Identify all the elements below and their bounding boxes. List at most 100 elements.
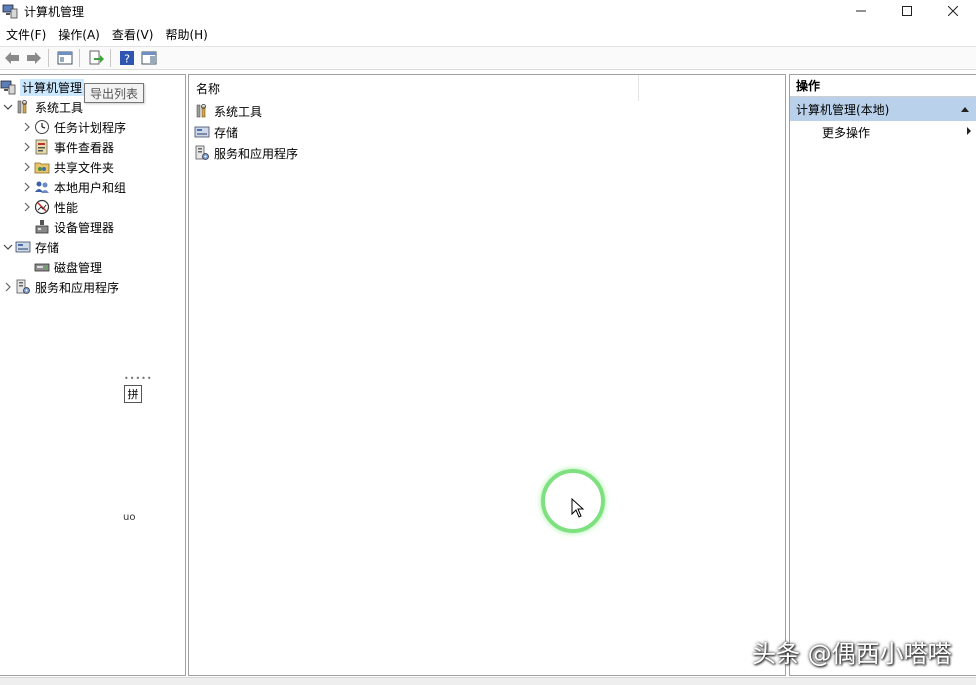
disk-icon — [34, 259, 50, 275]
actions-pane: 操作 计算机管理(本地) 更多操作 — [789, 74, 976, 676]
toolbar-separator — [79, 49, 80, 67]
tree-label: 服务和应用程序 — [35, 280, 120, 295]
toolbar: ? — [0, 46, 976, 70]
window-title: 计算机管理 — [24, 4, 85, 19]
menu-action[interactable]: 操作(A) — [52, 26, 106, 43]
computer-management-icon — [0, 79, 16, 95]
tree-item-shared-folders[interactable]: 共享文件夹 — [20, 157, 114, 177]
clock-icon — [34, 119, 50, 135]
tree-item-disk-management[interactable]: 磁盘管理 — [20, 257, 102, 277]
more-actions-label: 更多操作 — [822, 125, 871, 140]
chevron-right-icon[interactable] — [1, 280, 15, 294]
toolbar-separator — [48, 49, 49, 67]
console-tree-icon — [57, 51, 73, 65]
chevron-right-icon[interactable] — [20, 120, 34, 134]
chevron-right-icon[interactable] — [20, 140, 34, 154]
tools-icon — [15, 99, 31, 115]
status-bar — [0, 677, 976, 685]
tree-item-event-viewer[interactable]: 事件查看器 — [20, 137, 114, 157]
export-list-button[interactable] — [86, 48, 106, 68]
menu-view[interactable]: 查看(V) — [106, 26, 160, 43]
ime-mode-indicator[interactable]: 拼 — [124, 385, 142, 403]
results-pane: 名称 系统工具 存储 服务和应用程序 — [188, 74, 786, 676]
action-pane-icon — [141, 51, 157, 65]
back-arrow-icon — [5, 52, 19, 64]
column-header-name[interactable]: 名称 — [189, 75, 639, 101]
submenu-arrow-icon — [966, 125, 972, 139]
tree-label: 性能 — [54, 200, 79, 215]
export-list-icon — [89, 50, 104, 65]
computer-management-icon — [2, 3, 18, 19]
menu-help[interactable]: 帮助(H) — [159, 26, 213, 43]
chevron-right-icon[interactable] — [20, 200, 34, 214]
forward-button[interactable] — [24, 48, 44, 68]
tree-label: 共享文件夹 — [54, 160, 115, 175]
tree-label: 本地用户和组 — [54, 180, 127, 195]
actions-header-label: 操作 — [796, 79, 821, 93]
show-hide-action-pane-button[interactable] — [139, 48, 159, 68]
ime-handle: ••••• — [124, 374, 153, 383]
tree-item-performance[interactable]: 性能 — [20, 197, 78, 217]
title-bar: 计算机管理 — [0, 0, 976, 22]
forward-arrow-icon — [27, 52, 41, 64]
list-item-label: 系统工具 — [214, 104, 263, 119]
list-item-system-tools[interactable]: 系统工具 — [194, 101, 262, 121]
tree-item-storage[interactable]: 存储 — [1, 237, 59, 257]
device-manager-icon — [34, 219, 50, 235]
list-item-storage[interactable]: 存储 — [194, 122, 238, 142]
console-tree-pane: 计算机管理 导出列表 系统工具 任务计划程序 事件查看器 共享文件夹 本地用户和… — [0, 74, 186, 676]
column-header-label: 名称 — [196, 81, 221, 96]
svg-text:?: ? — [124, 53, 130, 66]
actions-section-computer-management[interactable]: 计算机管理(本地) — [790, 97, 976, 121]
tree-label: 磁盘管理 — [54, 260, 103, 275]
more-actions-item[interactable]: 更多操作 — [790, 121, 976, 143]
tree-label: 设备管理器 — [54, 220, 115, 235]
tree-label: 系统工具 — [35, 100, 84, 115]
tree-item-task-scheduler[interactable]: 任务计划程序 — [20, 117, 126, 137]
chevron-down-icon[interactable] — [1, 100, 15, 114]
storage-icon — [15, 239, 31, 255]
list-item-services-applications[interactable]: 服务和应用程序 — [194, 143, 298, 163]
tree-item-local-users-groups[interactable]: 本地用户和组 — [20, 177, 126, 197]
list-item-label: 服务和应用程序 — [214, 146, 299, 161]
maximize-button[interactable] — [884, 0, 930, 22]
show-hide-tree-button[interactable] — [55, 48, 75, 68]
column-header-empty — [639, 75, 785, 101]
close-button[interactable] — [930, 0, 976, 22]
ime-small-indicator: uo — [123, 512, 136, 523]
minimize-button[interactable] — [838, 0, 884, 22]
tree-item-computer-management[interactable]: 计算机管理 — [0, 77, 85, 97]
back-button[interactable] — [2, 48, 22, 68]
performance-gauge-icon — [34, 199, 50, 215]
actions-section-label: 计算机管理(本地) — [796, 102, 890, 117]
collapse-up-icon[interactable] — [960, 102, 970, 116]
tree-label: 任务计划程序 — [54, 120, 127, 135]
tree-item-device-manager[interactable]: 设备管理器 — [20, 217, 114, 237]
tree-item-system-tools[interactable]: 系统工具 — [1, 97, 83, 117]
chevron-down-icon[interactable] — [1, 240, 15, 254]
help-icon: ? — [120, 51, 134, 66]
chevron-right-icon[interactable] — [20, 160, 34, 174]
services-icon — [15, 279, 31, 295]
window-controls — [838, 0, 976, 22]
menu-file[interactable]: 文件(F) — [0, 26, 52, 43]
actions-header: 操作 — [790, 75, 976, 97]
help-button[interactable]: ? — [117, 48, 137, 68]
services-icon — [194, 145, 210, 161]
tools-icon — [194, 103, 210, 119]
users-icon — [34, 179, 50, 195]
shared-folder-icon — [34, 159, 50, 175]
chevron-right-icon[interactable] — [20, 180, 34, 194]
watermark-text: 头条 @偶西小嗒嗒 — [752, 640, 952, 668]
tree-item-services-applications[interactable]: 服务和应用程序 — [1, 277, 119, 297]
storage-icon — [194, 124, 210, 140]
export-list-tooltip: 导出列表 — [84, 83, 145, 103]
tree-label: 事件查看器 — [54, 140, 115, 155]
tree-label: 存储 — [35, 240, 60, 255]
toolbar-separator — [110, 49, 111, 67]
tree-label: 计算机管理 — [20, 78, 85, 96]
mouse-cursor-icon — [571, 497, 585, 521]
event-log-icon — [34, 139, 50, 155]
